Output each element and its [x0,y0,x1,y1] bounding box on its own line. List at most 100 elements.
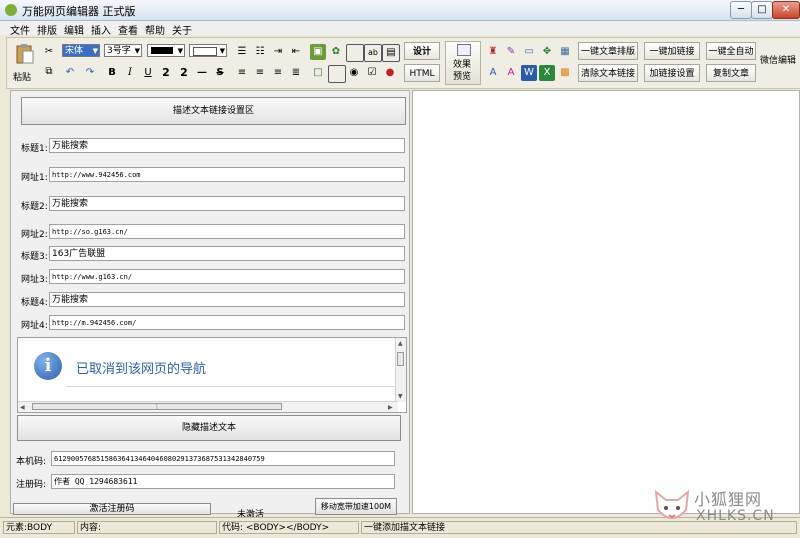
reg-code-input[interactable]: 作者 QQ 1294683611 [51,474,395,489]
clean-format-icon[interactable]: ✥ [539,44,555,60]
menu-insert[interactable]: 插入 [91,22,111,37]
speed-boost-button[interactable]: 移动宽带加速100M [315,498,397,515]
url4-input[interactable]: http://m.942456.com/ [49,315,405,330]
menu-bar: 文件 排版 编辑 插入 查看 帮助 关于 [0,21,800,37]
link-settings-header[interactable]: 描述文本链接设置区 [21,97,406,125]
title1-input[interactable]: 万能搜索 [49,138,405,153]
horizontal-rule-button[interactable]: — [194,65,210,81]
insert-table-icon[interactable] [346,44,364,62]
undo-icon[interactable]: ↶ [62,65,78,81]
font-size-select[interactable]: 3号字 ▼ [104,44,142,57]
ordered-list-icon[interactable]: ☰ [234,44,250,60]
preview-button[interactable]: 效果 预览 [445,41,481,85]
vertical-scrollbar[interactable]: ▲ ▼ [395,338,406,402]
machine-code-field[interactable]: 6129005768515863641346404608029137368753… [51,451,395,466]
insert-image-icon[interactable]: ▣ [310,44,326,60]
scroll-down-icon[interactable]: ▼ [398,393,403,400]
bold-button[interactable]: B [104,65,120,81]
apps-icon[interactable]: ▩ [557,65,573,81]
title3-label: 标题3: [21,252,48,262]
paste-button[interactable]: 粘贴 [10,41,40,83]
close-button[interactable]: ✕ [772,1,800,19]
insert-textarea-icon[interactable]: ▤ [382,44,400,62]
align-right-icon[interactable]: ≡ [270,65,286,81]
preview-icon [457,44,471,56]
insert-special-icon[interactable]: ● [382,65,398,81]
horizontal-scrollbar[interactable]: ◀ ⋮ ▶ [18,401,398,412]
strikethrough-button[interactable]: S [212,65,228,81]
url1-input[interactable]: http://www.942456.com [49,167,405,182]
menu-file[interactable]: 文件 [10,22,30,37]
insert-radio-icon[interactable]: ◉ [346,65,362,81]
full-auto-button[interactable]: 一键全自动 [706,42,756,60]
align-left-icon[interactable]: ≡ [234,65,250,81]
auto-layout-button[interactable]: 一键文章排版 [578,42,638,60]
url2-label: 网址2: [21,230,48,240]
format-painter-icon[interactable]: ♜ [485,44,501,60]
title2-input[interactable]: 万能搜索 [49,196,405,211]
chevron-down-icon: ▼ [134,47,140,55]
font-family-select[interactable]: 宋体 ▼ [62,44,100,57]
underline-button[interactable]: U [140,65,156,81]
activate-button[interactable]: 激活注册码 [13,503,211,515]
title4-input[interactable]: 万能搜索 [49,292,405,307]
url3-input[interactable]: http://www.g163.cn/ [49,269,405,284]
scroll-left-icon[interactable]: ◀ [20,404,25,411]
status-element: 元素:BODY [3,521,75,534]
link-icon[interactable]: ▭ [521,44,537,60]
html-mode-button[interactable]: HTML [404,64,440,82]
fore-color-select[interactable]: ▼ [147,44,185,57]
insert-div-icon[interactable] [328,65,346,83]
word-icon[interactable]: W [521,65,537,81]
machine-code-label: 本机码: [16,457,47,467]
cut-icon[interactable]: ✂ [41,44,57,60]
title3-input[interactable]: 163广告联盟 [49,246,405,261]
menu-help[interactable]: 帮助 [145,22,165,37]
indent-icon[interactable]: ⇥ [270,44,286,60]
back-color-select[interactable]: ▼ [189,44,227,57]
scroll-right-icon[interactable]: ▶ [388,404,393,411]
excel-icon[interactable]: X [539,65,555,81]
outdent-icon[interactable]: ⇤ [288,44,304,60]
insert-textbox-icon[interactable]: ab [364,44,382,62]
horizontal-scroll-thumb[interactable]: ⋮ [32,403,282,410]
copy-icon[interactable]: ⧉ [41,64,57,80]
maximize-button[interactable]: □ [751,1,773,19]
align-center-icon[interactable]: ≡ [252,65,268,81]
link-settings-button[interactable]: 加链接设置 [644,64,700,82]
superscript-button[interactable]: 2 [158,65,174,81]
menu-view[interactable]: 查看 [118,22,138,37]
hide-description-button[interactable]: 隐藏描述文本 [17,415,401,441]
wechat-editor-button[interactable]: 微信编辑 [760,52,800,70]
url3-label: 网址3: [21,275,48,285]
text-color-icon[interactable]: A [503,65,519,81]
insert-flash-icon[interactable]: ✿ [328,44,344,60]
paste-label: 粘贴 [13,73,32,83]
minimize-button[interactable]: ─ [730,1,752,19]
clear-links-button[interactable]: 清除文本链接 [578,64,638,82]
editor-canvas[interactable] [412,90,800,514]
menu-about[interactable]: 关于 [172,22,192,37]
unordered-list-icon[interactable]: ☷ [252,44,268,60]
add-links-button[interactable]: 一键加链接 [644,42,700,60]
fore-color-swatch [151,47,173,54]
code-icon[interactable]: ▦ [557,44,573,60]
font-family-value: 宋体 [65,46,84,56]
menu-layout[interactable]: 排版 [37,22,57,37]
vertical-scroll-thumb[interactable] [397,352,404,366]
subscript-button[interactable]: 2 [176,65,192,81]
italic-button[interactable]: I [122,65,138,81]
menu-edit[interactable]: 编辑 [64,22,84,37]
insert-frame-icon[interactable]: □ [310,65,326,81]
embedded-browser[interactable]: i 已取消到该网页的导航 ▲ ▼ ◀ ⋮ ▶ [17,337,407,413]
redo-icon[interactable]: ↷ [82,65,98,81]
insert-checkbox-icon[interactable]: ☑ [364,65,380,81]
scroll-up-icon[interactable]: ▲ [398,340,403,347]
brush-icon[interactable]: ✎ [503,44,519,60]
url1-label: 网址1: [21,173,48,183]
url2-input[interactable]: http://so.g163.cn/ [49,224,405,239]
design-mode-button[interactable]: 设计 [404,42,440,60]
copy-article-button[interactable]: 复制文章 [706,64,756,82]
align-justify-icon[interactable]: ≣ [288,65,304,81]
font-icon[interactable]: A [485,65,501,81]
